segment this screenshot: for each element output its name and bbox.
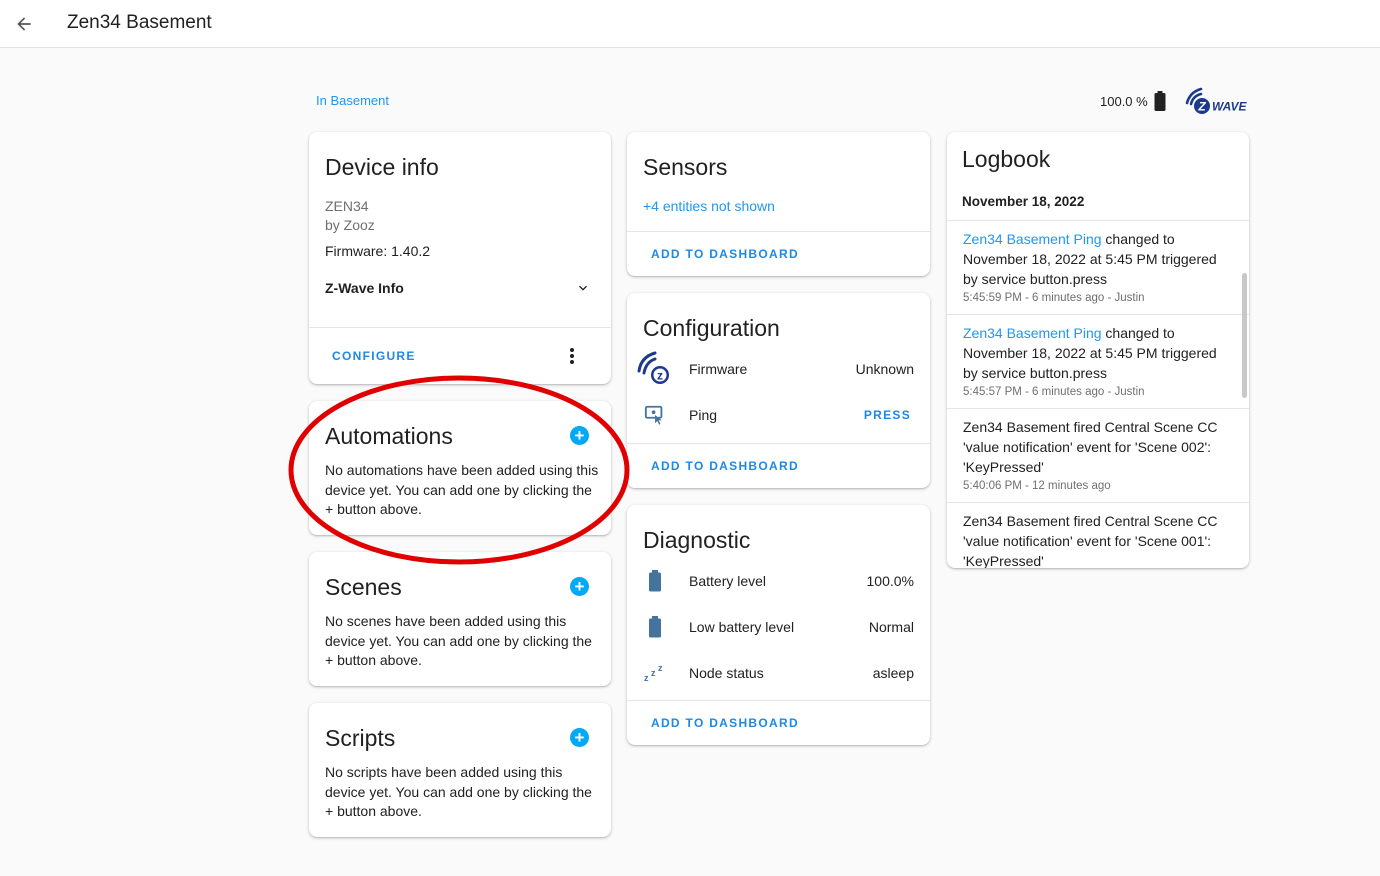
ping-button-icon [643, 403, 667, 427]
entity-row-node-status[interactable]: z z z Node status asleep [627, 653, 930, 693]
log-meta: 5:40:06 PM - 12 minutes ago [963, 480, 1111, 492]
card-title: Scenes [325, 574, 402, 600]
entity-row-ping: Ping PRESS [627, 395, 930, 435]
logbook-date: November 18, 2022 [962, 194, 1085, 209]
page-title: Zen34 Basement [67, 12, 212, 33]
entity-value: asleep [872, 665, 914, 681]
battery-icon [643, 569, 667, 593]
add-to-dashboard-button[interactable]: ADD TO DASHBOARD [651, 459, 799, 473]
diagnostic-card: Diagnostic Battery level 100.0% Low batt… [627, 505, 930, 745]
automations-empty-text: No automations have been added using thi… [325, 462, 599, 517]
add-script-button[interactable]: + [570, 728, 589, 747]
card-title: Sensors [643, 154, 728, 180]
card-title: Scripts [325, 725, 396, 751]
scripts-empty-text: No scripts have been added using this de… [325, 764, 592, 819]
more-options-button[interactable] [561, 342, 583, 370]
zwave-logo: Z WAVE [1183, 86, 1251, 116]
scenes-card: Scenes + No scenes have been added using… [309, 552, 611, 686]
zwave-logo-badge: Z [1197, 100, 1206, 114]
card-title: Logbook [962, 146, 1051, 172]
device-model: ZEN34 [325, 198, 369, 214]
log-meta: 5:45:59 PM - 6 minutes ago - Justin [963, 292, 1145, 304]
add-to-dashboard-button[interactable]: ADD TO DASHBOARD [651, 247, 799, 261]
area-link[interactable]: In Basement [316, 93, 389, 108]
svg-text:z: z [658, 663, 663, 673]
zwave-info-label: Z-Wave Info [325, 280, 404, 296]
entity-value: 100.0% [866, 573, 914, 589]
configure-button[interactable]: CONFIGURE [332, 349, 416, 363]
list-item: Zen34 Basement Ping changed to November … [947, 315, 1249, 409]
entity-name: Ping [689, 407, 718, 423]
card-divider [627, 443, 930, 444]
entity-name: Low battery level [689, 619, 795, 635]
list-item: Zen34 Basement Ping changed to November … [947, 221, 1249, 315]
card-title: Automations [325, 423, 453, 449]
top-app-bar: Zen34 Basement [0, 0, 1380, 48]
scenes-empty-text: No scenes have been added using this dev… [325, 613, 592, 668]
battery-icon [643, 615, 667, 639]
entity-value: Normal [868, 619, 914, 635]
device-firmware: Firmware: 1.40.2 [325, 243, 431, 259]
entity-name: Node status [689, 665, 764, 681]
entity-name: Battery level [689, 573, 767, 589]
log-entity-link[interactable]: Zen34 Basement Ping [963, 231, 1102, 247]
arrow-left-icon [17, 17, 31, 31]
scrollbar-thumb[interactable] [1242, 273, 1247, 398]
log-message: Zen34 Basement fired Central Scene CC 'v… [963, 513, 1218, 568]
entity-value: Unknown [855, 361, 914, 377]
sensors-card: Sensors +4 entities not shown ADD TO DAS… [627, 132, 930, 276]
list-item: Zen34 Basement fired Central Scene CC 'v… [947, 409, 1249, 503]
log-message: Zen34 Basement fired Central Scene CC 'v… [963, 419, 1218, 475]
zwave-logo-text: WAVE [1212, 100, 1247, 114]
battery-level-text: 100.0 % [1100, 93, 1148, 109]
sleep-icon: z z z [643, 661, 667, 685]
log-entity-link[interactable]: Zen34 Basement Ping [963, 325, 1102, 341]
svg-text:z: z [644, 673, 649, 683]
card-title: Device info [325, 154, 439, 180]
hidden-entities-link[interactable]: +4 entities not shown [643, 198, 775, 214]
device-manufacturer: by Zooz [325, 217, 375, 233]
entity-name: Firmware [689, 361, 748, 377]
zwave-info-expander[interactable]: Z-Wave Info [309, 272, 611, 304]
svg-text:z: z [651, 668, 656, 678]
entity-row-battery-level[interactable]: Battery level 100.0% [627, 561, 930, 601]
dots-vertical-icon [570, 348, 574, 364]
log-meta: 5:45:57 PM - 6 minutes ago - Justin [963, 386, 1145, 398]
automations-card: Automations + No automations have been a… [309, 401, 611, 535]
back-button[interactable] [8, 8, 40, 40]
configuration-card: Configuration z Firmware Unknown Ping PR… [627, 293, 930, 488]
zwave-firmware-icon: z [635, 349, 673, 387]
entity-row-firmware[interactable]: z Firmware Unknown [627, 349, 930, 389]
battery-status: 100.0 % [1100, 91, 1166, 111]
card-divider [309, 327, 611, 328]
card-title: Configuration [643, 315, 780, 341]
scripts-card: Scripts + No scripts have been added usi… [309, 703, 611, 837]
add-to-dashboard-button[interactable]: ADD TO DASHBOARD [651, 716, 799, 730]
device-info-card: Device info ZEN34 by Zooz Firmware: 1.40… [309, 132, 611, 384]
press-button[interactable]: PRESS [864, 408, 911, 422]
logbook-list[interactable]: Zen34 Basement Ping changed to November … [947, 220, 1249, 568]
chevron-down-icon [579, 285, 587, 291]
svg-text:z: z [657, 369, 663, 383]
logbook-card: Logbook November 18, 2022 Zen34 Basement… [947, 132, 1249, 568]
card-title: Diagnostic [643, 527, 751, 553]
add-scene-button[interactable]: + [570, 577, 589, 596]
add-automation-button[interactable]: + [570, 426, 589, 445]
card-divider [627, 700, 930, 701]
battery-icon [1154, 91, 1166, 111]
card-divider [627, 231, 930, 232]
entity-row-low-battery[interactable]: Low battery level Normal [627, 607, 930, 647]
list-item: Zen34 Basement fired Central Scene CC 'v… [947, 503, 1249, 568]
